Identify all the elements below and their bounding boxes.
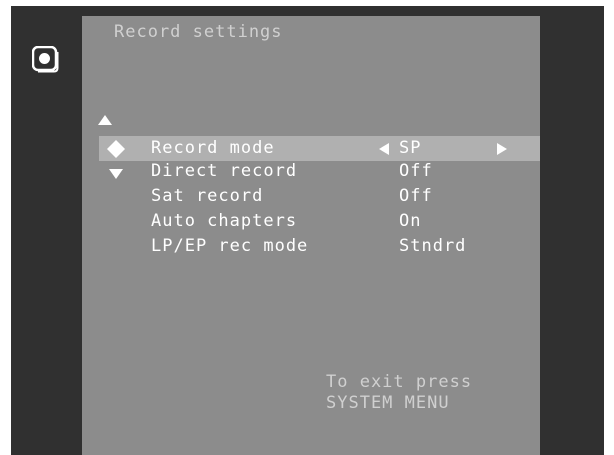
menu-item-value: Off: [399, 161, 433, 181]
menu-item-value: SP: [399, 138, 422, 158]
record-settings-panel: Record settings Record mode SP Direct re…: [82, 16, 540, 455]
menu-item-value: Off: [399, 186, 433, 206]
menu-item-label: LP/EP rec mode: [151, 236, 309, 256]
exit-hint: To exit press SYSTEM MENU: [326, 372, 472, 414]
tv-screen: Record settings Record mode SP Direct re…: [11, 6, 604, 455]
menu-item-label: Sat record: [151, 186, 264, 206]
menu-item-direct-record[interactable]: Direct record Off: [99, 161, 540, 186]
menu-item-lp-ep-rec-mode[interactable]: LP/EP rec mode Stndrd: [99, 236, 540, 261]
exit-hint-line1: To exit press: [326, 372, 473, 392]
menu-item-value: Stndrd: [399, 236, 467, 256]
menu-item-value: On: [399, 211, 422, 231]
menu-item-label: Direct record: [151, 161, 298, 181]
right-arrow-icon[interactable]: [497, 143, 507, 155]
down-arrow-icon: [109, 169, 123, 179]
left-arrow-icon[interactable]: [379, 143, 389, 155]
settings-menu: Record mode SP Direct record Off Sat rec…: [99, 136, 540, 261]
diamond-selector-icon: [107, 140, 125, 158]
up-arrow-icon: [98, 115, 112, 125]
menu-item-auto-chapters[interactable]: Auto chapters On: [99, 211, 540, 236]
menu-item-sat-record[interactable]: Sat record Off: [99, 186, 540, 211]
disc-icon: [32, 46, 59, 73]
menu-title: Record settings: [114, 22, 283, 42]
exit-hint-line2: SYSTEM MENU: [326, 393, 450, 413]
menu-item-label: Auto chapters: [151, 211, 298, 231]
menu-item-record-mode[interactable]: Record mode SP: [99, 136, 540, 161]
menu-item-label: Record mode: [151, 138, 275, 158]
